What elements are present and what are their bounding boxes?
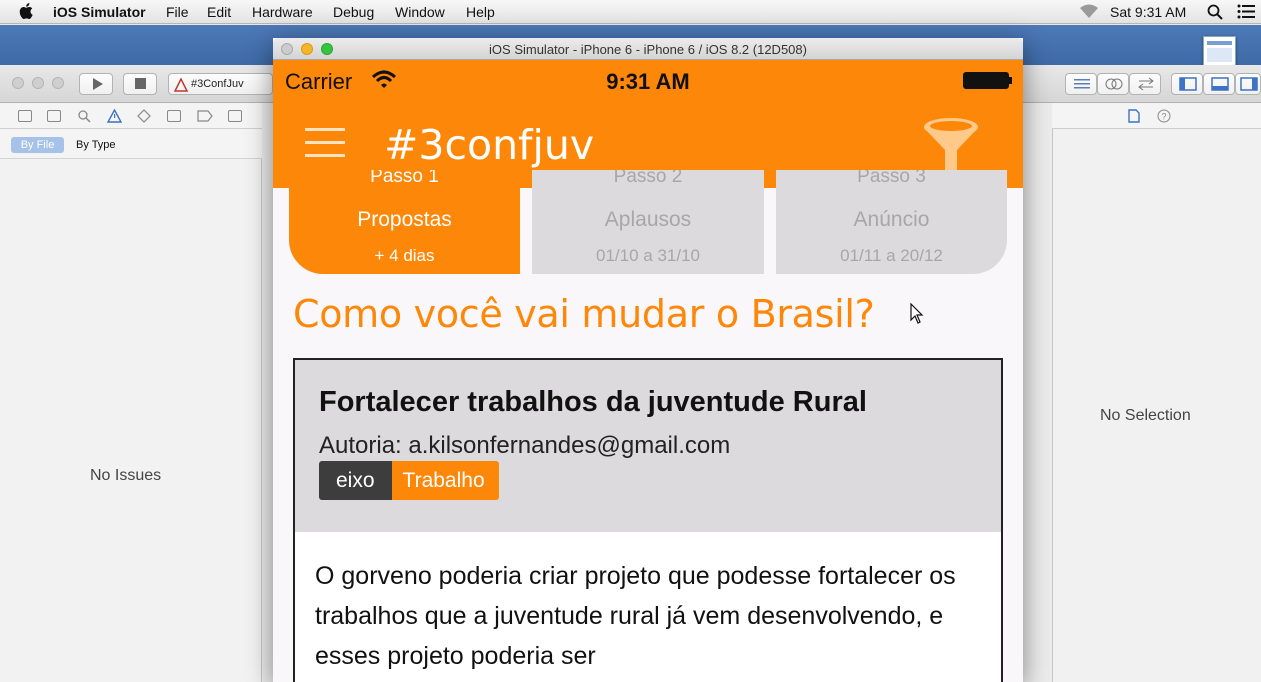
warning-icon[interactable] [107,109,122,123]
menu-edit[interactable]: Edit [207,4,231,20]
menu-window[interactable]: Window [395,4,445,20]
symbol-icon[interactable] [47,110,61,122]
list-icon[interactable] [1237,4,1255,19]
by-type-tab[interactable]: By Type [76,139,116,151]
navigator-selector-bar [0,103,262,129]
editor-version-button[interactable] [1129,73,1161,95]
play-icon [93,78,103,90]
app-title: #3confjuv [384,121,595,169]
step-date: 01/11 a 20/12 [840,246,943,265]
minimize-button[interactable] [32,77,44,89]
axis-tag-value: Trabalho [391,461,499,500]
tab-step-3[interactable]: Passo 3 Anúncio 01/11 a 20/12 [776,170,1007,274]
sim-zoom-button[interactable] [321,43,333,55]
issue-navigator [0,159,262,682]
folder-icon[interactable] [18,110,32,122]
axis-tag[interactable]: eixo Trabalho [319,461,499,500]
apple-icon[interactable] [19,3,33,19]
sim-minimize-button[interactable] [301,43,313,55]
arrows-icon [1138,77,1154,91]
editor-standard-button[interactable] [1065,73,1097,95]
bottom-panel-icon [1211,77,1229,91]
wifi-status-icon[interactable] [1079,4,1099,19]
iphone-screen: Carrier 9:31 AM #3confjuv Passo 1 Propos… [273,60,1023,682]
proposal-body: O gorveno poderia criar projeto que pode… [315,562,956,670]
proposal-card[interactable]: Fortalecer trabalhos da juventude Rural … [293,358,1003,682]
cursor-icon [910,303,924,324]
simulator-title-bar: iOS Simulator - iPhone 6 - iPhone 6 / iO… [273,38,1023,60]
menu-help[interactable]: Help [466,4,495,20]
menu-clock[interactable]: Sat 9:31 AM [1110,4,1186,20]
report-icon[interactable] [228,110,242,122]
menu-app-name[interactable]: iOS Simulator [53,4,146,20]
menu-icon[interactable] [305,128,345,158]
proposal-card-header: Fortalecer trabalhos da juventude Rural … [295,360,1001,532]
run-button[interactable] [79,73,113,95]
scheme-selector[interactable]: #3ConfJuv [168,73,273,95]
battery-icon [963,72,1009,89]
battery-tip [1009,77,1012,84]
menu-file[interactable]: File [166,4,189,20]
sim-close-button[interactable] [281,43,293,55]
no-selection-label: No Selection [1100,407,1191,424]
step-title: Anúncio [853,208,930,231]
utilities-panel [1052,129,1261,682]
find-icon[interactable] [77,109,91,123]
stop-icon [135,78,146,89]
scheme-label: #3ConfJuv [191,78,244,90]
step-number: Passo 2 [613,170,683,187]
toggle-utilities-button[interactable] [1235,73,1261,95]
tab-step-2[interactable]: Passo 2 Aplausos 01/10 a 31/10 [532,170,764,274]
proposal-author: Autoria: a.kilsonfernandes@gmail.com [319,432,731,459]
filter-funnel-icon[interactable] [921,114,981,174]
lines-icon [1074,79,1090,89]
step-date: 01/10 a 31/10 [596,246,700,265]
search-icon[interactable] [1207,4,1223,20]
by-file-tab[interactable]: By File [11,137,64,153]
menu-bar: iOS Simulator File Edit Hardware Debug W… [0,0,1261,24]
app-target-icon [174,78,188,92]
stop-button[interactable] [123,73,157,95]
step-number: Passo 1 [370,170,439,187]
question-heading: Como você vai mudar o Brasil? [293,292,875,336]
svg-text:?: ? [1162,112,1167,122]
step-title: Propostas [357,208,452,231]
axis-tag-label: eixo [319,461,392,500]
step-date: + 4 dias [374,246,435,265]
debug-icon[interactable] [167,110,181,122]
toggle-navigator-button[interactable] [1171,73,1203,95]
breakpoint-icon[interactable] [197,110,213,122]
issue-filter-bar: By File By Type [0,129,262,159]
inspector-selector-bar: ? [1052,103,1261,129]
proposal-title[interactable]: Fortalecer trabalhos da juventude Rural [319,386,867,419]
step-title: Aplausos [604,208,692,231]
menu-hardware[interactable]: Hardware [252,4,313,20]
menu-debug[interactable]: Debug [333,4,374,20]
help-icon[interactable]: ? [1157,109,1171,123]
close-button[interactable] [12,77,24,89]
file-inspector-icon[interactable] [1128,109,1140,123]
zoom-button[interactable] [52,77,64,89]
editor-assistant-button[interactable] [1097,73,1129,95]
tab-step-1[interactable]: Passo 1 Propostas + 4 dias [289,170,520,274]
test-icon[interactable] [137,109,151,123]
simulator-title: iOS Simulator - iPhone 6 - iPhone 6 / iO… [489,42,807,57]
step-number: Passo 3 [857,170,926,187]
toggle-debug-button[interactable] [1203,73,1235,95]
left-panel-icon [1179,77,1197,91]
ios-status-bar: Carrier 9:31 AM [273,60,1023,100]
status-time: 9:31 AM [606,69,690,94]
right-panel-icon [1240,77,1258,91]
circles-icon [1105,78,1123,90]
no-issues-label: No Issues [90,467,162,484]
simulator-window: iOS Simulator - iPhone 6 - iPhone 6 / iO… [273,38,1023,682]
